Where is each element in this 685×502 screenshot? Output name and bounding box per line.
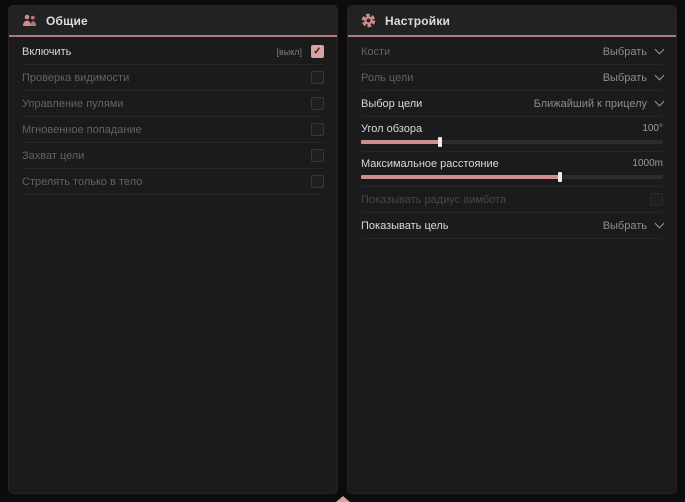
slider-fill: [361, 175, 560, 179]
row-label: Проверка видимости: [22, 72, 129, 84]
slider[interactable]: [361, 140, 663, 144]
footer: [0, 494, 685, 502]
dropdown-value: Выбрать: [603, 72, 647, 84]
setting-row: Проверка видимости: [22, 65, 324, 91]
dropdown[interactable]: Выбрать: [603, 70, 663, 86]
slider-header: Максимальное расстояние 1000m: [361, 155, 663, 172]
row-label: Кости: [361, 46, 390, 58]
row-label: Стрелять только в тело: [22, 176, 142, 188]
dropdown-value: Ближайший к прицелу: [534, 98, 647, 110]
panel-title: Настройки: [385, 14, 450, 28]
row-label: Показывать радиус аимбота: [361, 194, 506, 206]
checkbox[interactable]: [311, 97, 324, 110]
row-controls: [650, 193, 663, 206]
scroll-up-arrow-icon[interactable]: [336, 496, 350, 502]
panel-general: Общие Включить [выкл] ✓ Проверка видимости У…: [8, 5, 338, 494]
chevron-down-icon: [655, 71, 665, 81]
slider-value: 100°: [642, 123, 663, 134]
slider-value: 1000m: [632, 158, 663, 169]
checkbox[interactable]: [311, 71, 324, 84]
row-controls: [выкл] ✓: [276, 45, 324, 58]
checkbox[interactable]: [311, 149, 324, 162]
cheat-menu: Общие Включить [выкл] ✓ Проверка видимости У…: [0, 0, 685, 494]
row-controls: Выбрать: [603, 218, 663, 234]
setting-row: Показывать цель Выбрать: [361, 213, 663, 239]
chevron-down-icon: [655, 97, 665, 107]
setting-row: Мгновенное попадание: [22, 117, 324, 143]
panel-settings-body: Кости Выбрать Роль цели Выбрать Выбор цели Бл…: [348, 37, 676, 239]
checkbox[interactable]: [311, 175, 324, 188]
setting-row: Выбор цели Ближайший к прицелу: [361, 91, 663, 117]
row-label: Выбор цели: [361, 98, 422, 110]
dropdown[interactable]: Выбрать: [603, 44, 663, 60]
row-controls: [311, 97, 324, 110]
setting-row: Управление пулями: [22, 91, 324, 117]
setting-row: Роль цели Выбрать: [361, 65, 663, 91]
checkbox[interactable]: [311, 123, 324, 136]
row-label: Включить: [22, 46, 71, 58]
checkbox[interactable]: [650, 193, 663, 206]
setting-row: Включить [выкл] ✓: [22, 39, 324, 65]
setting-row: Кости Выбрать: [361, 39, 663, 65]
slider-header: Угол обзора 100°: [361, 120, 663, 137]
setting-row: Угол обзора 100°: [361, 117, 663, 152]
panel-general-header[interactable]: Общие: [9, 6, 337, 37]
panel-general-body: Включить [выкл] ✓ Проверка видимости Управле…: [9, 37, 337, 195]
row-label: Управление пулями: [22, 98, 124, 110]
row-label: Показывать цель: [361, 220, 449, 232]
setting-row: Стрелять только в тело: [22, 169, 324, 195]
row-controls: [311, 71, 324, 84]
slider-thumb[interactable]: [438, 137, 442, 147]
row-controls: [311, 123, 324, 136]
dropdown[interactable]: Ближайший к прицелу: [534, 96, 663, 112]
row-controls: Выбрать: [603, 70, 663, 86]
panel-settings-header[interactable]: Настройки: [348, 6, 676, 37]
gear-icon: [361, 13, 376, 28]
row-label: Роль цели: [361, 72, 413, 84]
row-controls: Ближайший к прицелу: [534, 96, 663, 112]
row-label: Мгновенное попадание: [22, 124, 142, 136]
row-label: Захват цели: [22, 150, 84, 162]
slider-fill: [361, 140, 440, 144]
slider-thumb[interactable]: [558, 172, 562, 182]
row-controls: [311, 175, 324, 188]
keybind-hint: [выкл]: [276, 47, 302, 57]
dropdown[interactable]: Выбрать: [603, 218, 663, 234]
row-label: Угол обзора: [361, 123, 422, 135]
users-icon: [22, 14, 37, 27]
chevron-down-icon: [655, 219, 665, 229]
panel-title: Общие: [46, 14, 88, 28]
setting-row: Показывать радиус аимбота: [361, 187, 663, 213]
chevron-down-icon: [655, 45, 665, 55]
panel-settings: Настройки Кости Выбрать Роль цели Выбрать Вы…: [347, 5, 677, 494]
row-controls: Выбрать: [603, 44, 663, 60]
checkbox[interactable]: ✓: [311, 45, 324, 58]
setting-row: Максимальное расстояние 1000m: [361, 152, 663, 187]
setting-row: Захват цели: [22, 143, 324, 169]
dropdown-value: Выбрать: [603, 46, 647, 58]
row-label: Максимальное расстояние: [361, 158, 499, 170]
dropdown-value: Выбрать: [603, 220, 647, 232]
slider[interactable]: [361, 175, 663, 179]
row-controls: [311, 149, 324, 162]
